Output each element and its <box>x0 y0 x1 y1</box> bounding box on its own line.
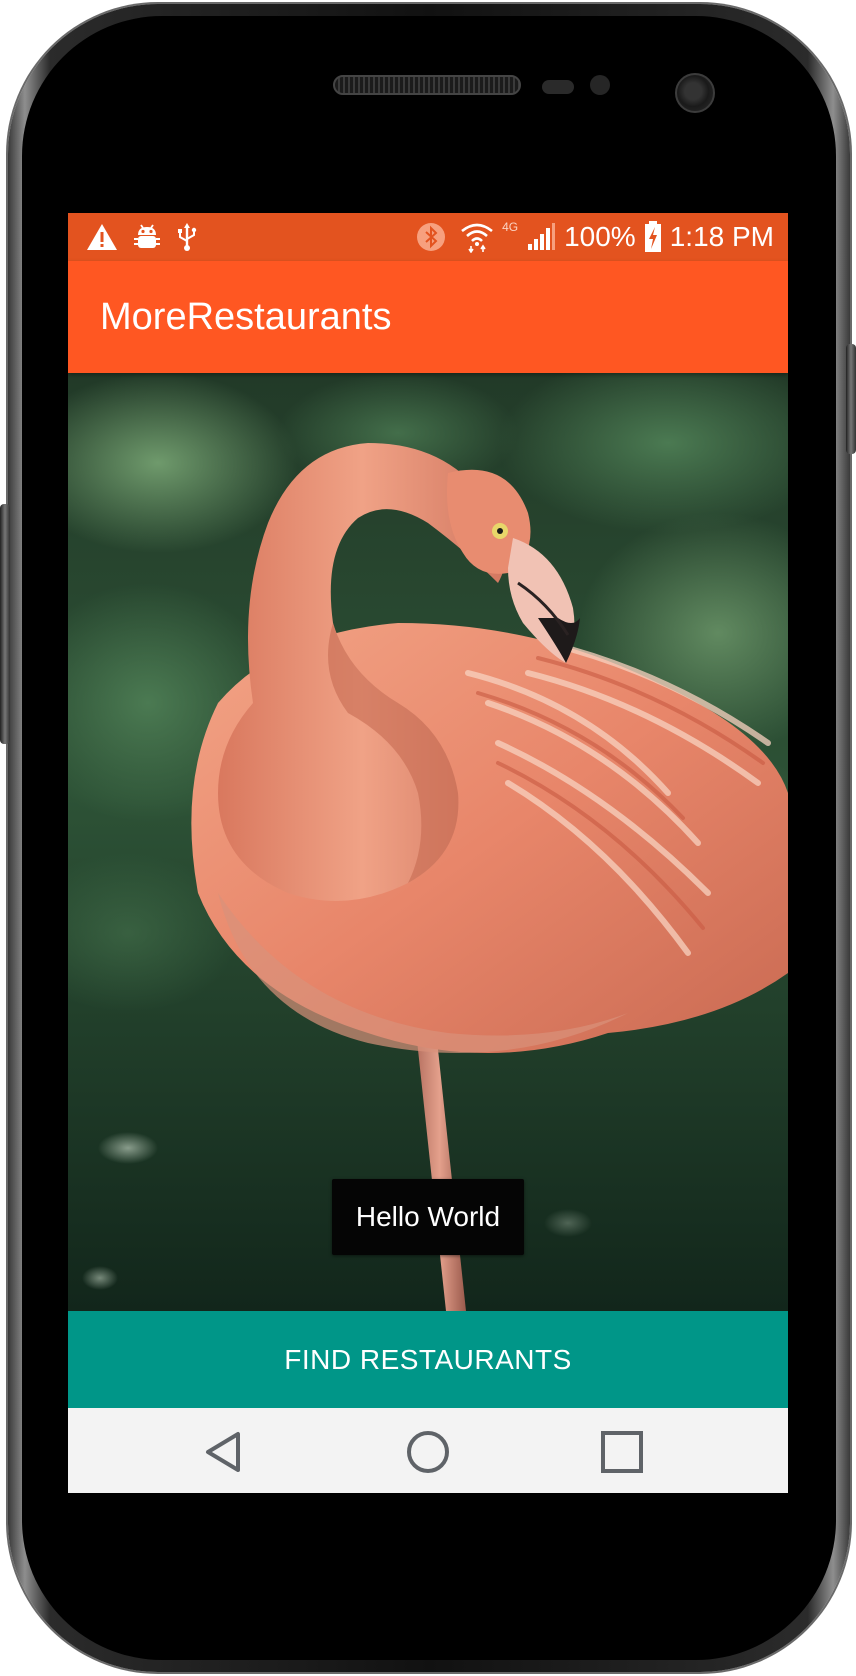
content-area: Hello World <box>68 373 788 1311</box>
flamingo-photo <box>68 373 788 1311</box>
back-icon[interactable] <box>200 1428 248 1476</box>
bluetooth-icon <box>416 222 446 252</box>
network-4g-icon: 4G <box>502 220 519 234</box>
usb-icon <box>176 222 198 252</box>
clock: 1:18 PM <box>669 221 774 252</box>
signal-icon <box>526 222 556 252</box>
warning-icon <box>86 222 118 252</box>
battery-charging-icon <box>644 221 662 253</box>
power-button <box>846 344 856 454</box>
battery-percent: 100% <box>564 221 636 252</box>
volume-button <box>0 504 10 744</box>
earpiece-speaker <box>333 75 521 95</box>
home-icon[interactable] <box>404 1428 452 1476</box>
proximity-sensor <box>542 80 574 94</box>
find-restaurants-button[interactable]: FIND RESTAURANTS <box>68 1311 788 1408</box>
light-sensor <box>590 75 610 95</box>
device-screen: 4G 100% 1:18 PM MoreRestaurants Hello Wo… <box>68 213 788 1493</box>
toast-message: Hello World <box>332 1179 524 1255</box>
front-camera <box>675 73 715 113</box>
wifi-icon <box>460 221 494 253</box>
app-title: MoreRestaurants <box>100 296 392 338</box>
status-bar-right: 4G 100% 1:18 PM <box>416 219 774 255</box>
navigation-bar <box>68 1408 788 1493</box>
status-bar-left <box>86 221 198 253</box>
android-debug-icon <box>132 222 162 252</box>
status-bar: 4G 100% 1:18 PM <box>68 213 788 261</box>
app-bar: MoreRestaurants <box>68 261 788 373</box>
recents-icon[interactable] <box>598 1428 646 1476</box>
